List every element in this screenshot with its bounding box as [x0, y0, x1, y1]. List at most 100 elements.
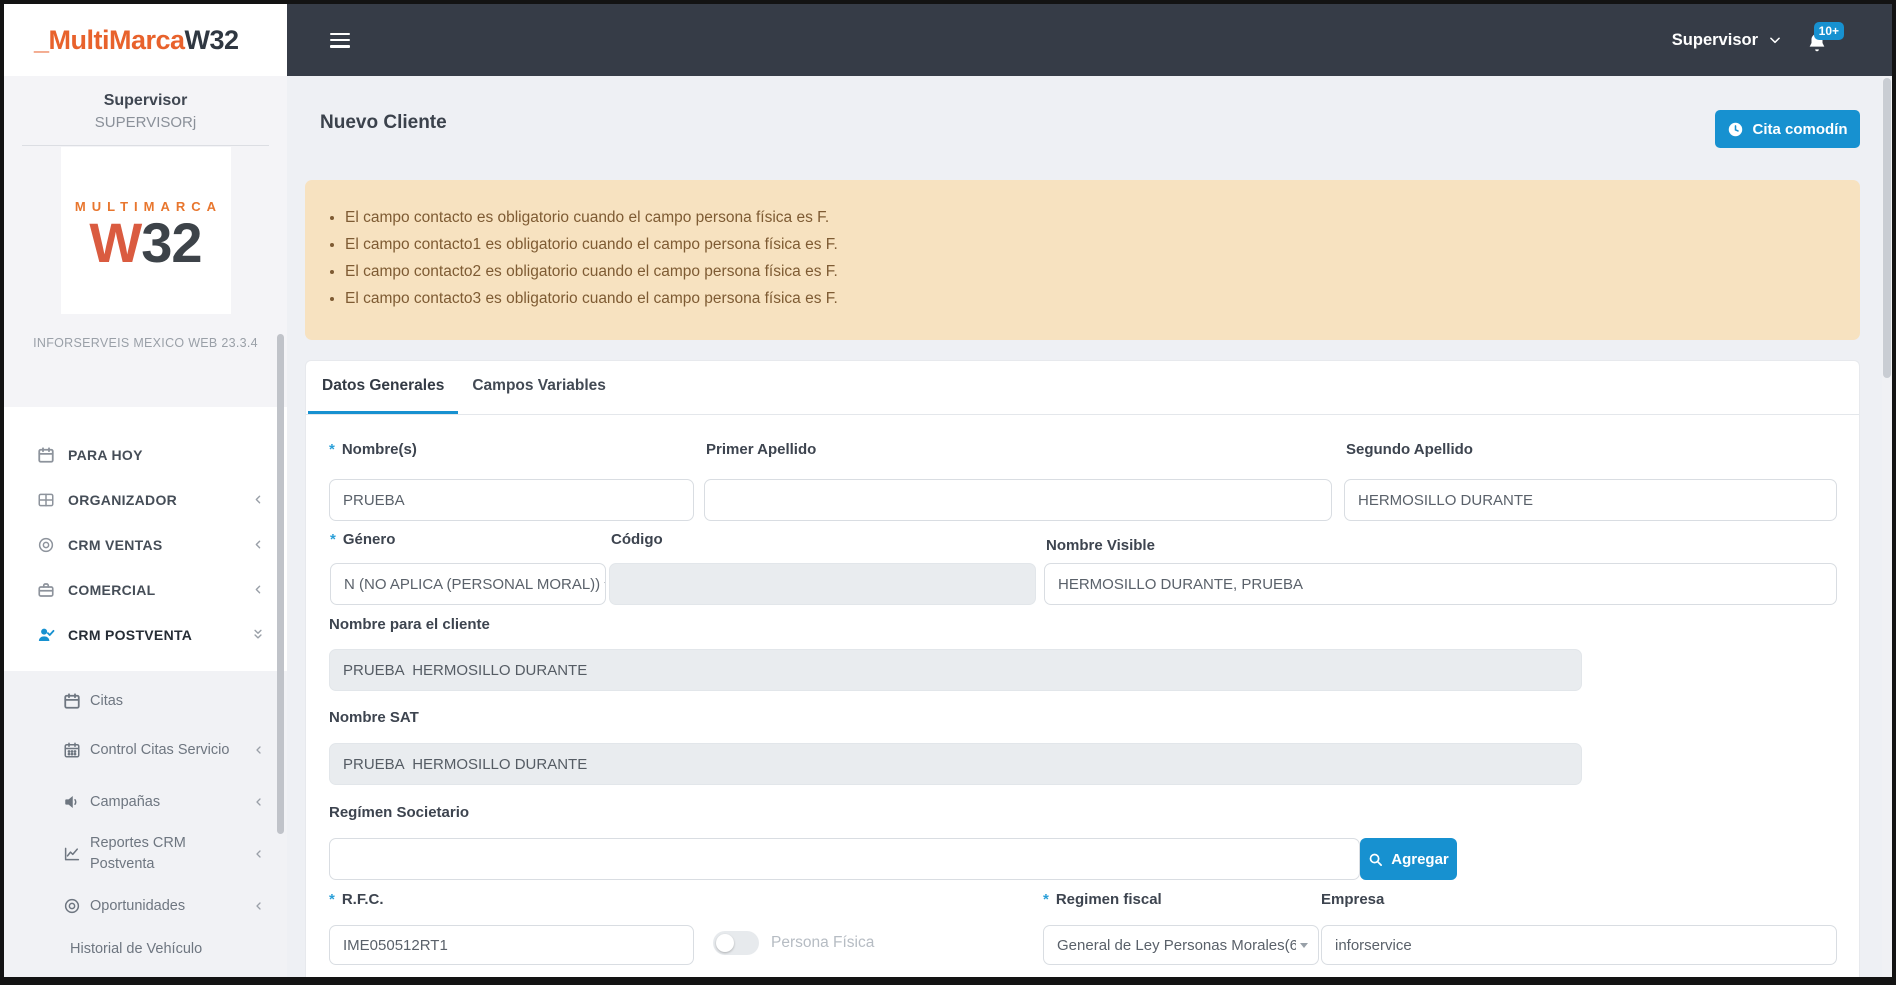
validation-message: El campo contacto es obligatorio cuando … [345, 204, 1830, 231]
user-menu[interactable]: Supervisor [1672, 4, 1782, 76]
briefcase-icon [38, 582, 54, 597]
submenu-item-label: Citas [90, 692, 124, 709]
user-menu-label: Supervisor [1671, 30, 1758, 49]
main-content: Nuevo Cliente Cita comodín El campo cont… [287, 76, 1892, 977]
primer-apellido-label: Primer Apellido [706, 441, 817, 458]
sidebar-user-login: SUPERVISORj [94, 114, 197, 131]
regimen-fiscal-select[interactable]: General de Ley Personas Morales(601) [1043, 925, 1319, 965]
chevron-left-icon [253, 796, 265, 808]
divider [22, 145, 269, 146]
main-scrollbar-thumb[interactable] [1883, 78, 1891, 378]
segundo-apellido-input[interactable] [1344, 479, 1837, 521]
form-tabs: Datos Generales Campos Variables [306, 361, 1859, 415]
cita-comodin-button[interactable]: Cita comodín [1715, 110, 1860, 148]
sidebar-item-crm-ventas[interactable]: CRM VENTAS [4, 522, 287, 567]
search-icon [1369, 853, 1383, 866]
brand-logo-suffix: W32 [184, 24, 240, 55]
client-form-card: Datos Generales Campos Variables * Nombre… [305, 360, 1860, 977]
notification-count-badge: 10+ [1813, 22, 1844, 40]
submenu-item-oportunidades[interactable]: Oportunidades [4, 883, 287, 929]
sidebar-item-para-hoy[interactable]: PARA HOY [4, 432, 287, 477]
required-asterisk: * [1043, 891, 1049, 908]
empresa-input[interactable] [1321, 925, 1837, 965]
agregar-label: Agregar [1391, 850, 1449, 868]
regimen-fiscal-label: * Regimen fiscal [1043, 891, 1162, 913]
submenu-item-control-citas-servicio[interactable]: Control Citas Servicio [4, 721, 287, 779]
sidebar-item-label: PARA HOY [68, 446, 143, 463]
sidebar-item-comercial[interactable]: COMERCIAL [4, 567, 287, 612]
rfc-input[interactable] [329, 925, 694, 965]
nombre-visible-input[interactable] [1044, 563, 1837, 605]
sidebar-brand-logo-mark: W32 [61, 214, 231, 272]
primer-apellido-input[interactable] [704, 479, 1332, 521]
chevron-left-icon [253, 744, 265, 756]
sidebar-submenu: Citas Control Citas Servicio Campañas Re… [4, 671, 287, 977]
validation-message: El campo contacto3 es obligatorio cuando… [345, 285, 1830, 312]
sidebar-item-label: COMERCIAL [68, 581, 156, 598]
clock-icon [1729, 122, 1743, 136]
codigo-input [609, 563, 1036, 605]
nombre-sat-label: Nombre SAT [329, 709, 419, 726]
agregar-button[interactable]: Agregar [1360, 838, 1457, 880]
topbar: _MultiMarcaW32 Supervisor 10+ [4, 4, 1892, 76]
codigo-label: Código [611, 531, 663, 548]
sidebar-item-crm-postventa[interactable]: CRM POSTVENTA [4, 612, 287, 657]
double-chevron-down-icon [251, 628, 265, 642]
submenu-item-campanas[interactable]: Campañas [4, 779, 287, 825]
sidebar-item-label: ORGANIZADOR [68, 491, 178, 508]
submenu-item-citas[interactable]: Citas [4, 681, 287, 721]
cita-comodin-label: Cita comodín [1752, 120, 1848, 138]
caret-down-icon [604, 581, 605, 587]
hamburger-menu-icon[interactable] [330, 29, 354, 51]
submenu-item-historial-de-vehiculo[interactable]: Historial de Vehículo [4, 929, 287, 969]
validation-alert-list: El campo contacto es obligatorio cuando … [327, 204, 1830, 312]
user-check-icon [38, 628, 55, 641]
sidebar-scrollbar-thumb[interactable] [277, 334, 284, 834]
app-version-label: INFORSERVEIS MEXICO WEB 23.3.4 [33, 336, 258, 350]
sidebar-menu: PARA HOY ORGANIZADOR CRM VENTAS COMERCIA… [4, 407, 287, 671]
label-text: Nombre(s) [341, 441, 417, 458]
persona-fisica-toggle[interactable] [713, 931, 759, 955]
notifications-button[interactable]: 10+ [1804, 22, 1844, 62]
sidebar-brand-logo: MULTIMARCA W32 [60, 147, 231, 314]
sidebar-item-organizador[interactable]: ORGANIZADOR [4, 477, 287, 522]
nombre-para-cliente-label: Nombre para el cliente [329, 616, 490, 633]
target-icon [38, 537, 54, 552]
label-text: Género [342, 531, 396, 548]
sidebar-user-block: Supervisor SUPERVISORj MULTIMARCA W32 IN… [4, 76, 287, 407]
rfc-label: * R.F.C. [329, 891, 384, 913]
nombre-para-cliente-input [329, 649, 1582, 691]
label-text: R.F.C. [341, 891, 384, 908]
tab-datos-generales[interactable]: Datos Generales [308, 361, 459, 414]
sidebar-item-label: CRM VENTAS [68, 536, 163, 553]
tab-label: Campos Variables [472, 377, 606, 394]
chevron-left-icon [252, 583, 265, 596]
sidebar-item-label: CRM POSTVENTA [68, 626, 193, 643]
toggle-knob [716, 934, 734, 952]
chevron-left-icon [252, 493, 265, 506]
submenu-item-llamada-3er-dia[interactable]: Llamada de 3er día [4, 969, 287, 977]
genero-select[interactable]: N (NO APLICA (PERSONAL MORAL)) [330, 563, 606, 605]
regimen-societario-input[interactable] [329, 838, 1360, 880]
calendar-icon [64, 693, 80, 709]
caret-down-icon [1300, 942, 1308, 948]
nombres-input[interactable] [329, 479, 694, 521]
empresa-label: Empresa [1321, 891, 1385, 908]
validation-message: El campo contacto1 es obligatorio cuando… [345, 231, 1830, 258]
required-asterisk: * [329, 891, 335, 908]
tab-campos-variables[interactable]: Campos Variables [458, 361, 620, 414]
validation-alert: El campo contacto es obligatorio cuando … [305, 180, 1860, 340]
genero-label: * Género [330, 531, 395, 553]
brand-logo[interactable]: _MultiMarcaW32 [4, 4, 287, 76]
submenu-item-label: Campañas [90, 793, 161, 810]
submenu-item-reportes-crm-postventa[interactable]: Reportes CRM Postventa [4, 825, 287, 883]
target-icon [64, 898, 80, 914]
nombre-visible-label: Nombre Visible [1046, 537, 1155, 554]
calendar-grid-icon [64, 742, 80, 758]
calendar-icon [38, 446, 54, 463]
required-asterisk: * [329, 441, 335, 458]
logo-w: W [89, 211, 142, 274]
main-scrollbar[interactable] [1882, 76, 1892, 977]
sidebar-scrollbar[interactable] [277, 76, 285, 977]
validation-message: El campo contacto2 es obligatorio cuando… [345, 258, 1830, 285]
